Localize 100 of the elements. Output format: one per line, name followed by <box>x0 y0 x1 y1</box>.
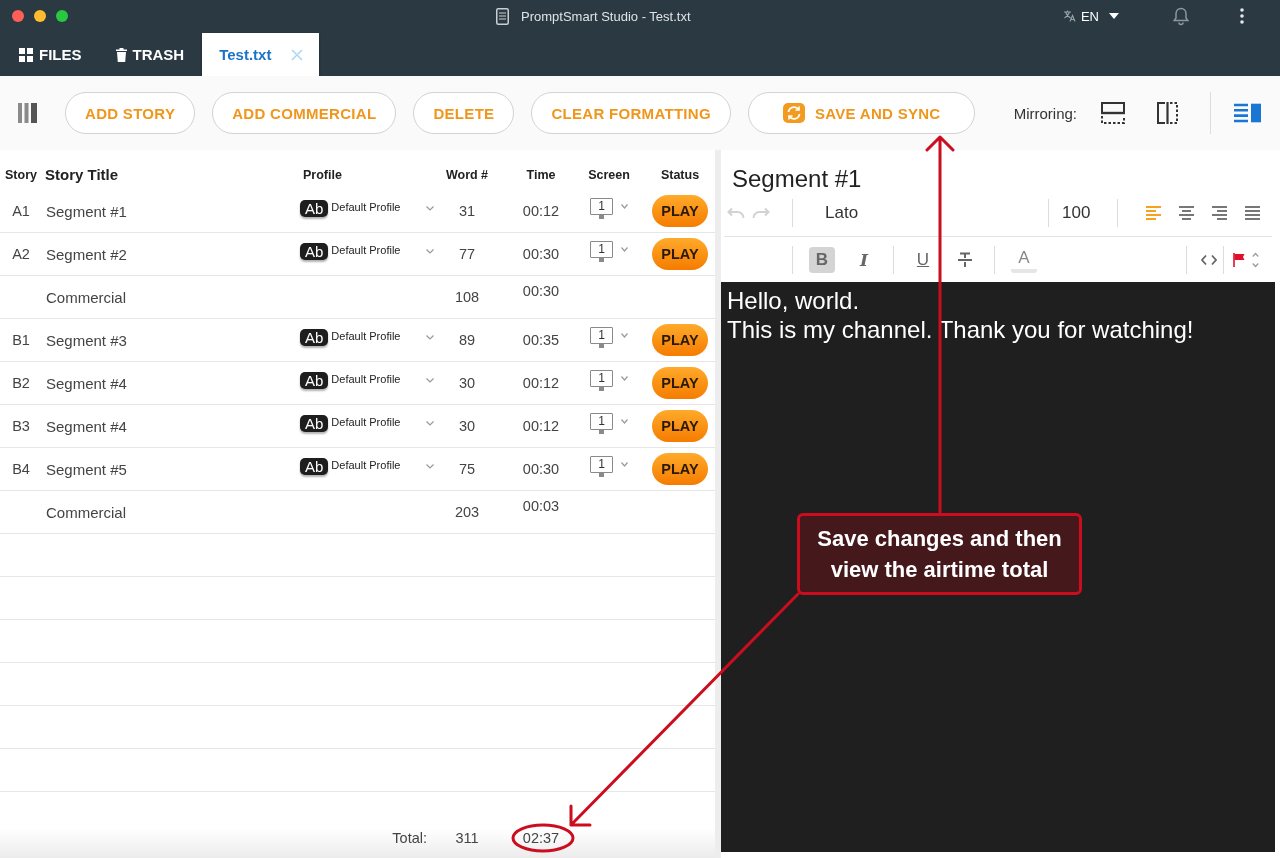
column-header: Screen <box>588 167 630 182</box>
up-down-icon[interactable] <box>1252 251 1259 268</box>
word-count: 31 <box>458 203 476 219</box>
story-title[interactable]: Segment #2 <box>42 245 127 263</box>
play-button[interactable]: PLAY <box>652 410 708 442</box>
airtime: 00:12 <box>522 418 560 434</box>
strikethrough-icon <box>957 252 973 267</box>
close-icon[interactable] <box>12 10 24 22</box>
language-dropdown[interactable]: EN <box>1080 8 1119 24</box>
profile-badge: Ab <box>300 458 329 475</box>
play-button[interactable]: PLAY <box>652 367 708 399</box>
caret-icon <box>1109 13 1119 19</box>
profile-badge: Ab <box>300 329 329 346</box>
translate-icon <box>1062 10 1076 22</box>
layout-icon[interactable] <box>1234 103 1261 123</box>
story-id: B3 <box>12 418 30 434</box>
caret-icon <box>426 206 434 211</box>
tab[interactable]: TRASH <box>98 33 202 76</box>
story-id: A1 <box>12 203 30 219</box>
profile-dropdown[interactable]: Ab Default Profile <box>300 458 436 475</box>
caret-icon <box>426 335 434 340</box>
more-icon[interactable] <box>1240 8 1244 24</box>
screen-dropdown[interactable]: 1 <box>590 370 628 393</box>
play-button[interactable]: PLAY <box>652 195 708 227</box>
flag-icon[interactable] <box>1233 252 1245 267</box>
profile-badge: Ab <box>300 372 329 389</box>
align-center-icon[interactable] <box>1178 205 1195 221</box>
profile-badge: Ab <box>300 200 329 217</box>
align-right-icon[interactable] <box>1211 205 1228 221</box>
tab[interactable]: Test.txt <box>202 33 320 76</box>
story-id: A2 <box>12 246 30 262</box>
column-header: Time <box>526 167 556 182</box>
underline-button[interactable]: U <box>910 246 936 273</box>
font-name[interactable]: Lato <box>825 203 859 222</box>
story-title[interactable]: Segment #5 <box>42 460 127 478</box>
callout: Save changes and then view the airtime total <box>797 513 1082 595</box>
play-button[interactable]: PLAY <box>652 238 708 270</box>
minimize-icon[interactable] <box>34 10 46 22</box>
total-words: 311 <box>455 830 479 846</box>
airtime: 00:30 <box>522 246 560 262</box>
airtime: 00:03 <box>522 498 560 514</box>
word-count: 89 <box>458 332 476 348</box>
trash-icon <box>115 47 127 62</box>
profile-dropdown[interactable]: Ab Default Profile <box>300 372 436 389</box>
word-count: 30 <box>458 375 476 391</box>
column-header: Story <box>5 167 37 182</box>
story-title[interactable]: Segment #4 <box>42 374 127 392</box>
word-count: 203 <box>454 504 480 520</box>
tab[interactable]: FILES <box>2 33 99 76</box>
profile-badge: Ab <box>300 415 329 432</box>
caret-icon <box>621 333 628 338</box>
document-icon <box>496 8 509 25</box>
grid-icon <box>19 47 33 62</box>
text-color-button[interactable]: A <box>1011 246 1037 273</box>
story-id: B2 <box>12 375 30 391</box>
caret-icon <box>621 462 628 467</box>
align-justify-icon[interactable] <box>1244 205 1261 221</box>
column-header: Word # <box>445 167 489 182</box>
screen-dropdown[interactable]: 1 <box>590 413 628 436</box>
text-line: Hello, world. <box>727 287 860 314</box>
story-title[interactable]: Commercial <box>42 288 126 306</box>
caret-icon <box>621 376 628 381</box>
bell-icon[interactable] <box>1173 6 1189 26</box>
highlight-ellipse <box>511 823 575 853</box>
profile-dropdown[interactable]: Ab Default Profile <box>300 243 436 260</box>
italic-button[interactable]: I <box>851 246 877 273</box>
profile-badge: Ab <box>300 243 329 260</box>
columns-icon[interactable] <box>18 103 37 123</box>
bold-button[interactable]: B <box>809 246 835 273</box>
play-button[interactable]: PLAY <box>652 324 708 356</box>
screen-dropdown[interactable]: 1 <box>590 241 628 264</box>
flip-horizontal-icon[interactable] <box>1157 102 1178 124</box>
window-title: PromptSmart Studio - Test.txt <box>521 9 691 24</box>
maximize-icon[interactable] <box>56 10 68 22</box>
word-count: 30 <box>458 418 476 434</box>
column-header: Story Title <box>44 166 119 183</box>
text-line: This is my channel. Thank you for watching! <box>727 316 1194 343</box>
play-button[interactable]: PLAY <box>652 453 708 485</box>
story-id: B1 <box>12 332 30 348</box>
airtime: 00:30 <box>522 461 560 477</box>
airtime: 00:12 <box>522 375 560 391</box>
code-icon[interactable] <box>1201 253 1217 266</box>
screen-dropdown[interactable]: 1 <box>590 198 628 221</box>
story-title[interactable]: Commercial <box>42 503 126 521</box>
font-size[interactable]: 100 <box>1062 203 1091 222</box>
story-title[interactable]: Segment #1 <box>42 202 127 220</box>
screen-dropdown[interactable]: 1 <box>590 327 628 350</box>
profile-dropdown[interactable]: Ab Default Profile <box>300 329 436 346</box>
story-title[interactable]: Segment #3 <box>42 331 127 349</box>
caret-icon <box>426 249 434 254</box>
flip-vertical-icon[interactable] <box>1101 102 1125 124</box>
caret-icon <box>426 464 434 469</box>
word-count: 77 <box>458 246 476 262</box>
sync-icon <box>781 102 806 124</box>
screen-dropdown[interactable]: 1 <box>590 456 628 479</box>
profile-dropdown[interactable]: Ab Default Profile <box>300 415 436 432</box>
story-title[interactable]: Segment #4 <box>42 417 127 435</box>
total-time: 02:37 <box>522 830 560 846</box>
caret-icon <box>426 378 434 383</box>
profile-dropdown[interactable]: Ab Default Profile <box>300 200 436 217</box>
